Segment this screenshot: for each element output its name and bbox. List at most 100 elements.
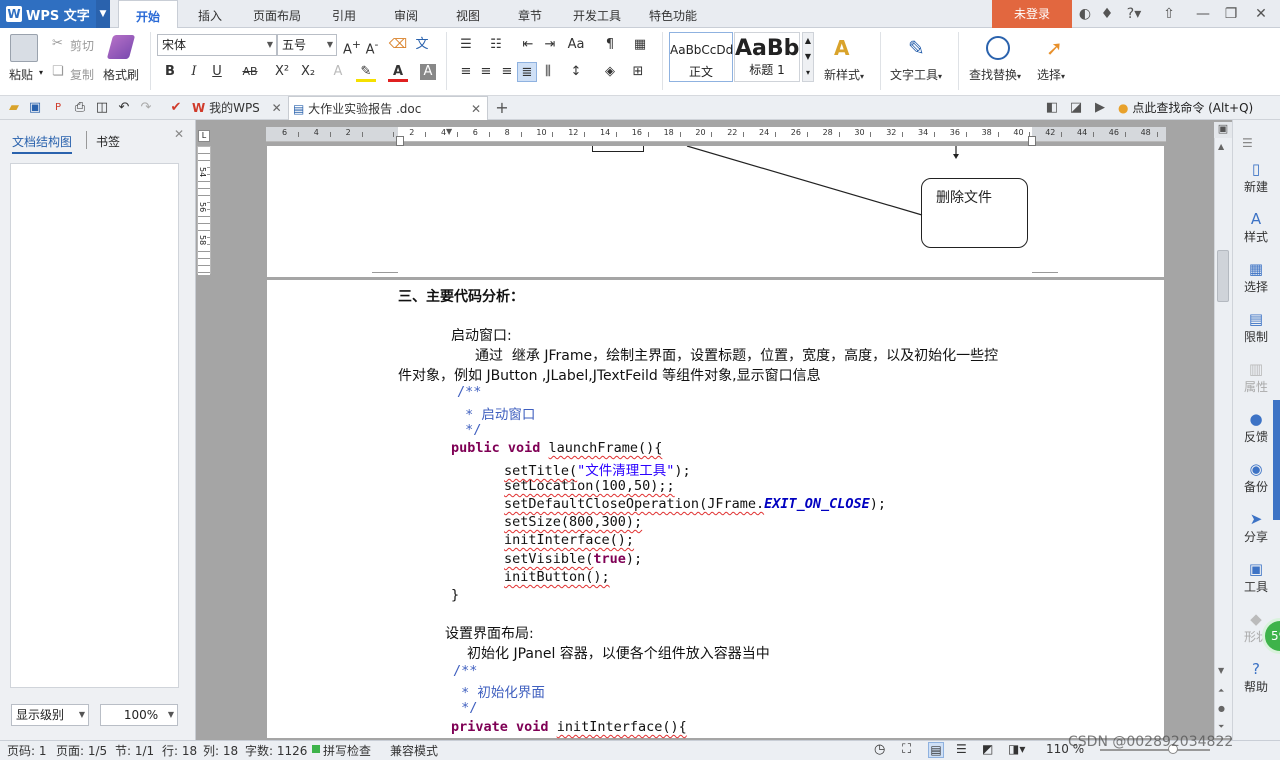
pane-item-toolbox[interactable]: ▣ 工具 bbox=[1232, 560, 1280, 595]
font-name-select[interactable]: 宋体 ▼ bbox=[157, 34, 277, 56]
tab-page-layout[interactable]: 页面布局 bbox=[246, 0, 308, 28]
app-menu-button[interactable]: W WPS 文字 ▼ bbox=[0, 0, 110, 28]
numbered-list-icon[interactable]: ☷ bbox=[486, 35, 506, 55]
change-case-icon[interactable]: Aa bbox=[566, 35, 586, 55]
tab-stop-selector[interactable]: L bbox=[198, 130, 210, 142]
print-preview-icon[interactable]: ◫ bbox=[92, 98, 112, 118]
status-row[interactable]: 行: 18 bbox=[162, 742, 197, 759]
shrink-font-icon[interactable]: A- bbox=[362, 35, 382, 57]
clear-format-icon[interactable]: ⌫ bbox=[388, 35, 408, 55]
font-size-select[interactable]: 五号 ▼ bbox=[277, 34, 337, 56]
login-button[interactable]: 未登录 bbox=[992, 0, 1072, 28]
reading-view-icon[interactable]: ◨▾ bbox=[1008, 742, 1025, 756]
char-shading-icon[interactable]: A bbox=[420, 64, 436, 80]
subscript-icon[interactable]: X₂ bbox=[298, 62, 318, 82]
redo-icon[interactable]: ↷ bbox=[136, 98, 156, 118]
undo-icon[interactable]: ↶ bbox=[114, 98, 134, 118]
clipboard-icon[interactable] bbox=[10, 34, 38, 62]
italic-icon[interactable]: I bbox=[184, 62, 204, 82]
chevron-down-icon[interactable]: ▼ bbox=[96, 0, 110, 28]
new-tab-icon[interactable]: + bbox=[492, 98, 512, 118]
pane-item-restrict[interactable]: ▤ 限制 bbox=[1232, 310, 1280, 345]
status-page[interactable]: 页码: 1 bbox=[7, 742, 47, 759]
save-icon[interactable]: ▣ bbox=[25, 98, 45, 118]
close-tab-icon[interactable]: ✕ bbox=[471, 97, 481, 121]
help-menu-icon[interactable]: ?▾ bbox=[1122, 5, 1146, 23]
status-words[interactable]: 字数: 1126 bbox=[245, 742, 307, 759]
tab-references[interactable]: 引用 bbox=[318, 0, 370, 28]
scroll-down-icon[interactable]: ▼ bbox=[1218, 666, 1224, 675]
tab-view[interactable]: 视图 bbox=[442, 0, 494, 28]
fullscreen-icon[interactable]: ⛶ bbox=[902, 742, 911, 757]
format-painter-button[interactable]: 格式刷 bbox=[103, 66, 139, 83]
vertical-ruler[interactable]: 54 56 58 bbox=[197, 146, 211, 275]
status-col[interactable]: 列: 18 bbox=[203, 742, 238, 759]
right-indent-marker[interactable] bbox=[1028, 136, 1036, 146]
pane-item-property[interactable]: ▥ 属性 bbox=[1232, 360, 1280, 395]
close-icon[interactable]: ✕ bbox=[1252, 5, 1270, 23]
text-effect-icon[interactable]: A bbox=[328, 62, 348, 82]
align-left-icon[interactable]: ≡ bbox=[456, 62, 476, 82]
next-page-icon[interactable]: ⏷ bbox=[1218, 722, 1224, 732]
pane-item-select[interactable]: ▦ 选择 bbox=[1232, 260, 1280, 295]
select-button[interactable]: 选择▾ bbox=[1037, 66, 1065, 83]
tab-document[interactable]: ▤ 大作业实验报告 .doc ✕ bbox=[288, 96, 488, 120]
distribute-icon[interactable]: ⫼ bbox=[538, 62, 558, 82]
tab-review[interactable]: 审阅 bbox=[380, 0, 432, 28]
browse-object-icon[interactable]: ● bbox=[1218, 704, 1225, 713]
upload-icon[interactable]: ⇧ bbox=[1160, 5, 1178, 23]
status-pages[interactable]: 页面: 1/5 bbox=[56, 742, 107, 759]
close-tab-icon[interactable]: ✕ bbox=[272, 101, 282, 115]
new-style-button[interactable]: 新样式▾ bbox=[824, 66, 864, 83]
history-icon[interactable]: ◷ bbox=[874, 742, 885, 757]
increase-indent-icon[interactable]: ⇥ bbox=[540, 35, 560, 55]
status-section[interactable]: 节: 1/1 bbox=[115, 742, 154, 759]
page-1[interactable]: 删除文件 bbox=[267, 146, 1164, 277]
tab-my-wps[interactable]: W 我的WPS ✕ bbox=[190, 96, 286, 120]
tab-bookmark[interactable]: 书签 bbox=[96, 133, 120, 150]
tab-home[interactable]: 开始 bbox=[118, 0, 178, 29]
paragraph-marks-icon[interactable]: ¶ bbox=[600, 35, 620, 55]
table-icon[interactable]: ▦ bbox=[630, 35, 650, 55]
pane-item-style[interactable]: A 样式 bbox=[1232, 210, 1280, 245]
split-view-icon[interactable]: ▣ bbox=[1214, 122, 1232, 138]
scroll-thumb[interactable] bbox=[1217, 250, 1229, 302]
open-folder-icon[interactable]: ▰ bbox=[4, 98, 24, 118]
shirt-icon[interactable]: ♦ bbox=[1098, 5, 1116, 23]
tab-developer[interactable]: 开发工具 bbox=[564, 0, 630, 28]
bullet-list-icon[interactable]: ☰ bbox=[456, 35, 476, 55]
grow-font-icon[interactable]: A+ bbox=[342, 35, 362, 57]
style-normal[interactable]: AaBbCcDd 正文 bbox=[669, 32, 733, 82]
panel-toggle-icon[interactable]: ◧ bbox=[1042, 98, 1062, 118]
tab-features[interactable]: 特色功能 bbox=[640, 0, 706, 28]
phonetic-icon[interactable]: 文 bbox=[412, 35, 432, 55]
align-center-icon[interactable]: ≡ bbox=[476, 62, 496, 82]
outline-view-icon[interactable]: ☰ bbox=[956, 742, 967, 756]
line-spacing-icon[interactable]: ↕ bbox=[566, 62, 586, 82]
page-view-icon[interactable]: ▤ bbox=[928, 742, 944, 758]
shading-icon[interactable]: ◈ bbox=[600, 62, 620, 82]
font-color-icon[interactable]: A bbox=[388, 62, 408, 82]
pane-menu-icon[interactable]: ☰ bbox=[1242, 136, 1253, 150]
command-search[interactable]: ● 点此查找命令 (Alt+Q) bbox=[1118, 99, 1253, 116]
bold-icon[interactable]: B bbox=[160, 62, 180, 82]
chat-icon[interactable]: ◪ bbox=[1066, 98, 1086, 118]
tab-chapter[interactable]: 章节 bbox=[504, 0, 556, 28]
pane-item-share[interactable]: ➤ 分享 bbox=[1232, 510, 1280, 545]
skin-icon[interactable]: ◐ bbox=[1076, 5, 1094, 23]
borders-icon[interactable]: ⊞ bbox=[628, 62, 648, 82]
superscript-icon[interactable]: X² bbox=[272, 62, 292, 82]
close-panel-icon[interactable]: ✕ bbox=[174, 127, 184, 141]
scroll-up-icon[interactable]: ▲ bbox=[1218, 142, 1224, 151]
find-replace-button[interactable]: 查找替换▾ bbox=[969, 66, 1021, 83]
pane-item-help[interactable]: ? 帮助 bbox=[1232, 660, 1280, 695]
pane-item-new-doc[interactable]: ▯ 新建 bbox=[1232, 160, 1280, 195]
tab-outline[interactable]: 文档结构图 bbox=[12, 133, 73, 154]
page-2[interactable]: 三、主要代码分析： 启动窗口: 通过 继承 JFrame，绘制主界面，设置标题，… bbox=[267, 280, 1164, 738]
highlight-icon[interactable]: ✎ bbox=[356, 62, 376, 82]
style-heading-1[interactable]: AaBb 标题 1 bbox=[734, 32, 800, 82]
outline-tree[interactable] bbox=[10, 163, 179, 688]
outline-zoom-select[interactable]: 100% ▼ bbox=[100, 704, 178, 726]
decrease-indent-icon[interactable]: ⇤ bbox=[518, 35, 538, 55]
pane-item-backup[interactable]: ◉ 备份 bbox=[1232, 460, 1280, 495]
